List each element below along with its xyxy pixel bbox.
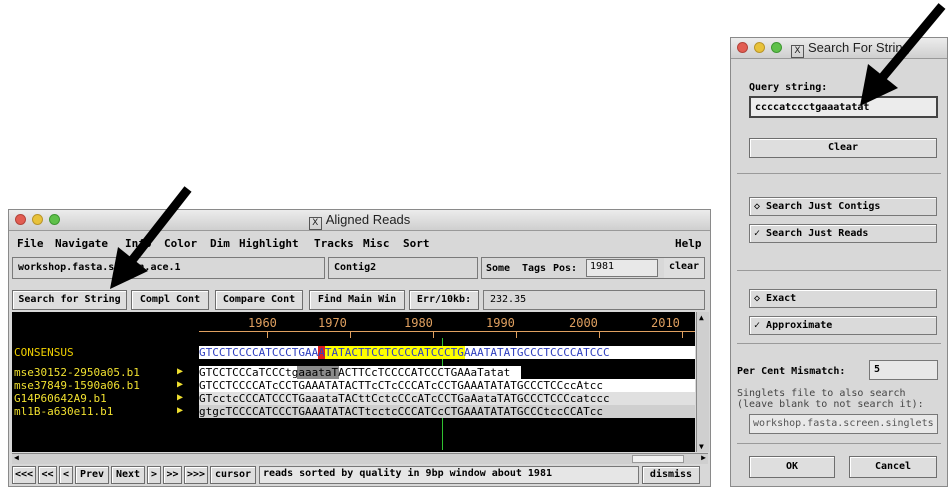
read-sequence[interactable]: GTCCTCCCCATcCCTGAAATATACTTcCTcCCCATcCCTG… (199, 379, 695, 392)
menu-file[interactable]: File (17, 237, 44, 250)
approximate-option[interactable]: ✓ Approximate (749, 316, 937, 335)
first-button[interactable]: <<< (12, 466, 36, 484)
clear-button[interactable]: Clear (749, 138, 937, 158)
vertical-scrollbar[interactable]: ▲ ▼ (696, 312, 709, 452)
contig-field: Contig2 (328, 257, 478, 279)
read-name[interactable]: mse30152-2950a05.b1 (14, 366, 140, 379)
scroll-down-icon[interactable]: ▼ (699, 442, 704, 451)
compare-cont-button[interactable]: Compare Cont (215, 290, 303, 310)
consensus-label[interactable]: CONSENSUS (14, 346, 74, 359)
navigation-bar: <<< << < Prev Next > >> >>> cursor reads… (12, 466, 708, 484)
pos-input[interactable]: 1981 (586, 259, 658, 277)
pos-label: Pos: (553, 263, 578, 274)
cancel-button[interactable]: Cancel (849, 456, 937, 478)
status-text: reads sorted by quality in 9bp window ab… (259, 466, 639, 484)
radio-diamond-icon: ◇ (754, 201, 767, 212)
ruler-label-1980: 1980 (404, 316, 433, 330)
ruler-label-1960: 1960 (248, 316, 277, 330)
read-direction-arrow-icon: ▶ (177, 366, 184, 377)
read-name[interactable]: mse37849-1590a06.b1 (14, 379, 140, 392)
menu-tracks[interactable]: Tracks (314, 237, 354, 250)
prev-button[interactable]: Prev (75, 466, 109, 484)
ruler-tick (516, 332, 517, 338)
ruler-tick (267, 332, 268, 338)
tags-pos-group: Some Tags Pos: 1981 clear (481, 257, 705, 279)
search-just-reads-option[interactable]: ✓ Search Just Reads (749, 224, 937, 243)
ruler-label-2000: 2000 (569, 316, 598, 330)
ok-button[interactable]: OK (749, 456, 835, 478)
read-name[interactable]: ml1B-a630e11.b1 (14, 405, 113, 418)
menu-dim[interactable]: Dim (210, 237, 230, 250)
divider (737, 173, 941, 174)
singlets-input[interactable]: workshop.fasta.screen.singlets (749, 414, 938, 434)
radio-check-icon: ✓ (754, 320, 767, 331)
page-forward-button[interactable]: >> (163, 466, 182, 484)
minimize-window-icon[interactable] (754, 42, 765, 53)
read-direction-arrow-icon: ▶ (177, 405, 184, 416)
some-label[interactable]: Some (486, 263, 510, 274)
ruler-tick (682, 332, 683, 338)
read-sequence[interactable]: GTcctcCCCATCCCTGaaataTACttCctcCCcATcCCTG… (199, 392, 695, 405)
cursor-button[interactable]: cursor (210, 466, 256, 484)
read-name[interactable]: G14P60642A9.b1 (14, 392, 107, 405)
mismatch-input[interactable]: 5 (869, 360, 938, 380)
x11-icon: X (308, 217, 322, 230)
search-just-contigs-option[interactable]: ◇ Search Just Contigs (749, 197, 937, 216)
menu-help[interactable]: Help (675, 237, 702, 250)
scroll-up-icon[interactable]: ▲ (699, 313, 704, 322)
menu-highlight[interactable]: Highlight (239, 237, 299, 250)
next-button[interactable]: Next (111, 466, 145, 484)
sequence-panel[interactable]: 1960 1970 1980 1990 2000 2010 CONSENSUS … (12, 312, 695, 452)
find-main-win-button[interactable]: Find Main Win (309, 290, 405, 310)
last-button[interactable]: >>> (184, 466, 208, 484)
dismiss-button[interactable]: dismiss (642, 466, 700, 484)
ruler-tick (599, 332, 600, 338)
ruler-label-1990: 1990 (486, 316, 515, 330)
horizontal-scrollbar[interactable]: ◀ ▶ (12, 453, 708, 464)
menu-sort[interactable]: Sort (403, 237, 430, 250)
read-direction-arrow-icon: ▶ (177, 392, 184, 403)
divider (737, 443, 941, 444)
err-10kb-button[interactable]: Err/10kb: (409, 290, 479, 310)
scroll-right-icon[interactable]: ▶ (701, 453, 706, 462)
divider (737, 270, 941, 271)
mismatch-label: Per Cent Mismatch: (737, 366, 846, 377)
tags-label[interactable]: Tags (522, 263, 546, 274)
ruler-tick (433, 332, 434, 338)
scroll-thumb[interactable] (632, 455, 684, 463)
annotation-arrow-left (110, 186, 192, 289)
read-sequence[interactable]: GTCCTCCCaTCCCtgaaataTACTTCcTCCCCATCCCTGA… (199, 366, 695, 379)
err-value: 232.35 (483, 290, 705, 310)
query-label: Query string: (749, 82, 828, 93)
singlets-label-2: (leave blank to not search it): (737, 399, 924, 410)
forward-button[interactable]: > (147, 466, 161, 484)
radio-check-icon: ✓ (754, 228, 767, 239)
annotation-arrow-right (860, 3, 946, 106)
exact-option[interactable]: ◇ Exact (749, 289, 937, 308)
back-button[interactable]: < (59, 466, 73, 484)
page-back-button[interactable]: << (38, 466, 57, 484)
x11-icon: X (791, 45, 804, 58)
ruler-label-1970: 1970 (318, 316, 347, 330)
clear-pos-button[interactable]: clear (664, 258, 704, 278)
divider (737, 343, 941, 344)
ruler-label-2010: 2010 (651, 316, 680, 330)
consensus-sequence[interactable]: GTCCTCCCCATCCCTGAAATATACTTCCTCCCCATCCCTG… (199, 346, 695, 359)
singlets-label-1: Singlets file to also search (737, 388, 906, 399)
scroll-left-icon[interactable]: ◀ (14, 453, 19, 462)
radio-diamond-icon: ◇ (754, 293, 767, 304)
read-direction-arrow-icon: ▶ (177, 379, 184, 390)
menu-misc[interactable]: Misc (363, 237, 390, 250)
ruler-line (199, 331, 695, 332)
zoom-window-icon[interactable] (771, 42, 782, 53)
window-title: Aligned Reads (325, 212, 411, 227)
close-window-icon[interactable] (737, 42, 748, 53)
ruler-tick (350, 332, 351, 338)
read-sequence[interactable]: gtgcTCCCCATCCCTGAAATATACTtcctcCCCATCcCTG… (199, 405, 695, 418)
